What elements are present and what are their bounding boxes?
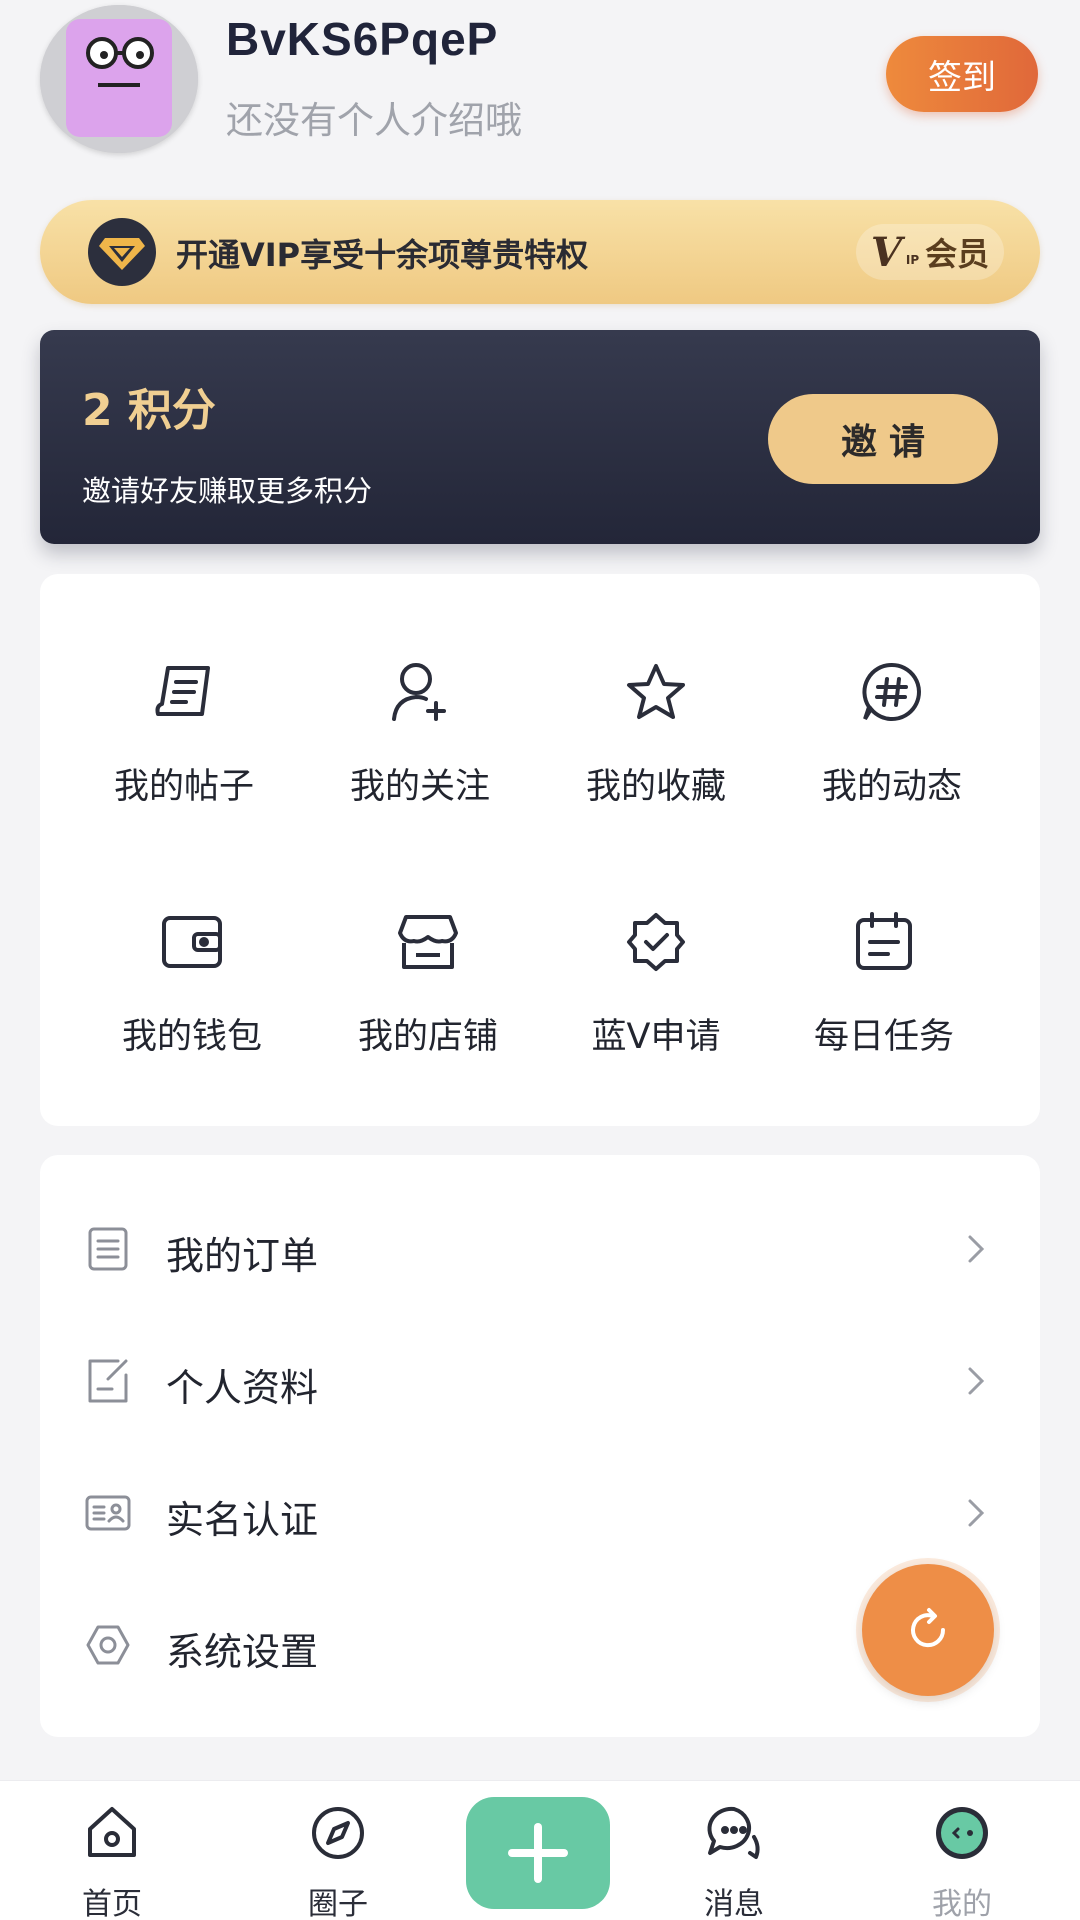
vip-promo-text: 开通VIP享受十余项尊贵特权 (176, 236, 589, 274)
list-item-real-name-verification[interactable]: 实名认证 (40, 1447, 1040, 1579)
grid-item-blue-v-application[interactable]: 蓝V申请 (538, 824, 774, 1057)
grid-label: 每日任务 (813, 1017, 954, 1057)
chevron-right-icon (968, 1367, 985, 1395)
compass-icon (312, 1807, 364, 1859)
grid-label: 我的关注 (349, 767, 490, 807)
vip-member-badge[interactable]: V IP 会员 (856, 224, 1004, 280)
chevron-right-icon (968, 1499, 985, 1527)
vip-diamond-icon (88, 218, 156, 286)
me-icon (936, 1807, 988, 1859)
invite-button[interactable]: 邀请 (768, 394, 998, 484)
home-icon (88, 1807, 136, 1857)
grid-label: 蓝V申请 (591, 1017, 721, 1057)
settings-icon (86, 1625, 130, 1665)
grid-item-daily-tasks[interactable]: 每日任务 (766, 824, 1002, 1057)
username: BvKS6PqeP (226, 13, 499, 65)
tab-messages[interactable]: 消息 (654, 1781, 814, 1920)
grid-label: 我的收藏 (585, 767, 726, 807)
grid-item-my-favorites[interactable]: 我的收藏 (538, 574, 774, 807)
tab-me[interactable]: 我的 (882, 1781, 1042, 1920)
grid-label: 我的店铺 (357, 1017, 498, 1057)
list-label: 我的订单 (166, 1234, 319, 1278)
vip-banner[interactable]: 开通VIP享受十余项尊贵特权 V IP 会员 (40, 200, 1040, 304)
calendar-icon (850, 908, 918, 976)
list-item-my-orders[interactable]: 我的订单 (40, 1183, 1040, 1315)
star-icon (622, 658, 690, 726)
chat-icon (707, 1806, 760, 1859)
edit-profile-icon (88, 1359, 128, 1403)
tab-home[interactable]: 首页 (32, 1781, 192, 1920)
avatar-image (40, 5, 198, 153)
list-item-personal-info[interactable]: 个人资料 (40, 1315, 1040, 1447)
hashtag-icon (858, 658, 926, 726)
user-bio: 还没有个人介绍哦 (226, 99, 522, 142)
tab-label: 圈子 (308, 1887, 368, 1920)
post-icon (150, 658, 218, 726)
feature-grid: 我的帖子 我的关注 我的收藏 我的动态 我的钱包 我的店铺 蓝V申请 每日任务 (40, 574, 1040, 1126)
create-post-button[interactable] (466, 1797, 610, 1909)
grid-item-my-shop[interactable]: 我的店铺 (310, 824, 546, 1057)
grid-item-my-activity[interactable]: 我的动态 (774, 574, 1010, 807)
bottom-tab-bar: 首页 圈子 消息 我的 (0, 1780, 1080, 1920)
tab-label: 消息 (704, 1887, 764, 1920)
grid-label: 我的帖子 (113, 767, 254, 807)
list-label: 系统设置 (166, 1630, 319, 1674)
vip-v-mark: V (870, 228, 902, 276)
points-value: 2 积分 (82, 385, 216, 436)
grid-item-my-posts[interactable]: 我的帖子 (66, 574, 302, 807)
points-subtitle: 邀请好友赚取更多积分 (82, 474, 373, 508)
tab-circles[interactable]: 圈子 (258, 1781, 418, 1920)
grid-label: 我的动态 (821, 767, 962, 807)
signin-button[interactable]: 签到 (886, 36, 1038, 112)
vip-badge-label: 会员 (925, 235, 990, 273)
vip-small-text: IP (905, 253, 920, 267)
plus-icon (508, 1823, 568, 1883)
list-label: 个人资料 (166, 1366, 319, 1410)
order-icon (88, 1227, 128, 1271)
id-card-icon (85, 1495, 131, 1531)
wallet-icon (158, 908, 226, 976)
profile-page: BvKS6PqeP 还没有个人介绍哦 签到 开通VIP享受十余项尊贵特权 V I… (0, 0, 1080, 1920)
follow-icon (386, 658, 454, 726)
points-card: 2 积分 邀请好友赚取更多积分 邀请 (40, 330, 1040, 544)
profile-header: BvKS6PqeP 还没有个人介绍哦 签到 (0, 0, 1080, 190)
chevron-right-icon (968, 1235, 985, 1263)
avatar[interactable] (40, 5, 198, 153)
tab-label: 首页 (82, 1887, 142, 1920)
verified-badge-icon (622, 908, 690, 976)
grid-item-my-wallet[interactable]: 我的钱包 (74, 824, 310, 1057)
list-label: 实名认证 (166, 1498, 319, 1542)
refresh-icon (911, 1608, 946, 1648)
grid-item-my-follows[interactable]: 我的关注 (302, 574, 538, 807)
refresh-fab-button[interactable] (862, 1564, 994, 1696)
tab-label: 我的 (932, 1887, 992, 1920)
shop-icon (394, 908, 462, 976)
grid-label: 我的钱包 (121, 1017, 262, 1057)
